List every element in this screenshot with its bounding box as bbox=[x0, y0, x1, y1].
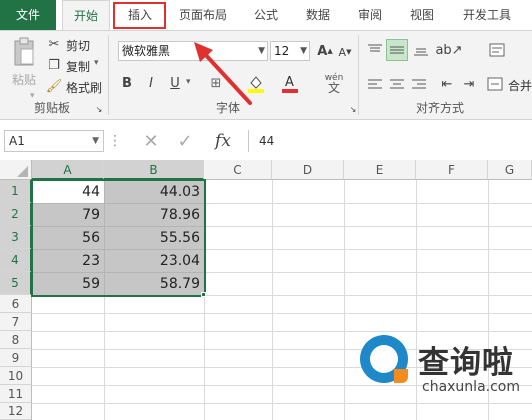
enter-icon[interactable]: ✓ bbox=[174, 130, 196, 152]
column-header-c[interactable]: C bbox=[204, 160, 272, 180]
cancel-icon[interactable]: ✕ bbox=[140, 130, 162, 152]
column-header-a[interactable]: A bbox=[32, 160, 104, 180]
name-box-value: A1 bbox=[9, 134, 25, 148]
formula-bar: A1 ▼ ⋮ ✕ ✓ fx 44 bbox=[0, 128, 532, 154]
column-header-e[interactable]: E bbox=[344, 160, 416, 180]
row-header-12[interactable]: 12 bbox=[0, 403, 32, 420]
row-header-2[interactable]: 2 bbox=[0, 203, 32, 226]
gridline bbox=[344, 180, 345, 420]
row-header-5[interactable]: 5 bbox=[0, 272, 32, 295]
arrow-to-insert-tab bbox=[194, 42, 252, 105]
magnifier-handle-icon bbox=[394, 369, 408, 383]
row-header-7[interactable]: 7 bbox=[0, 313, 32, 331]
chevron-down-icon[interactable]: ▼ bbox=[92, 131, 99, 151]
row-header-4[interactable]: 4 bbox=[0, 249, 32, 272]
row-header-10[interactable]: 10 bbox=[0, 367, 32, 385]
formula-input[interactable]: 44 bbox=[248, 130, 532, 152]
insert-function-icon[interactable]: fx bbox=[208, 130, 238, 152]
select-all-corner[interactable] bbox=[0, 160, 32, 180]
column-header-d[interactable]: D bbox=[272, 160, 344, 180]
row-header-9[interactable]: 9 bbox=[0, 349, 32, 367]
row-header-3[interactable]: 3 bbox=[0, 226, 32, 249]
watermark-url: chaxunla.com bbox=[422, 379, 520, 395]
fill-handle[interactable] bbox=[201, 292, 206, 297]
column-header-b[interactable]: B bbox=[104, 160, 204, 180]
formula-bar-dots-icon: ⋮ bbox=[108, 133, 122, 149]
name-box[interactable]: A1 ▼ bbox=[4, 130, 104, 152]
row-header-8[interactable]: 8 bbox=[0, 331, 32, 349]
gridline bbox=[32, 313, 532, 314]
gridline bbox=[272, 180, 273, 420]
column-header-g[interactable]: G bbox=[488, 160, 532, 180]
watermark-logo: 查询啦 chaxunla.com bbox=[350, 325, 532, 420]
row-header-11[interactable]: 11 bbox=[0, 385, 32, 403]
column-header-f[interactable]: F bbox=[416, 160, 488, 180]
watermark-title: 查询啦 bbox=[418, 345, 514, 381]
selection-border bbox=[31, 179, 206, 297]
row-header-6[interactable]: 6 bbox=[0, 295, 32, 313]
row-header-1[interactable]: 1 bbox=[0, 180, 32, 203]
